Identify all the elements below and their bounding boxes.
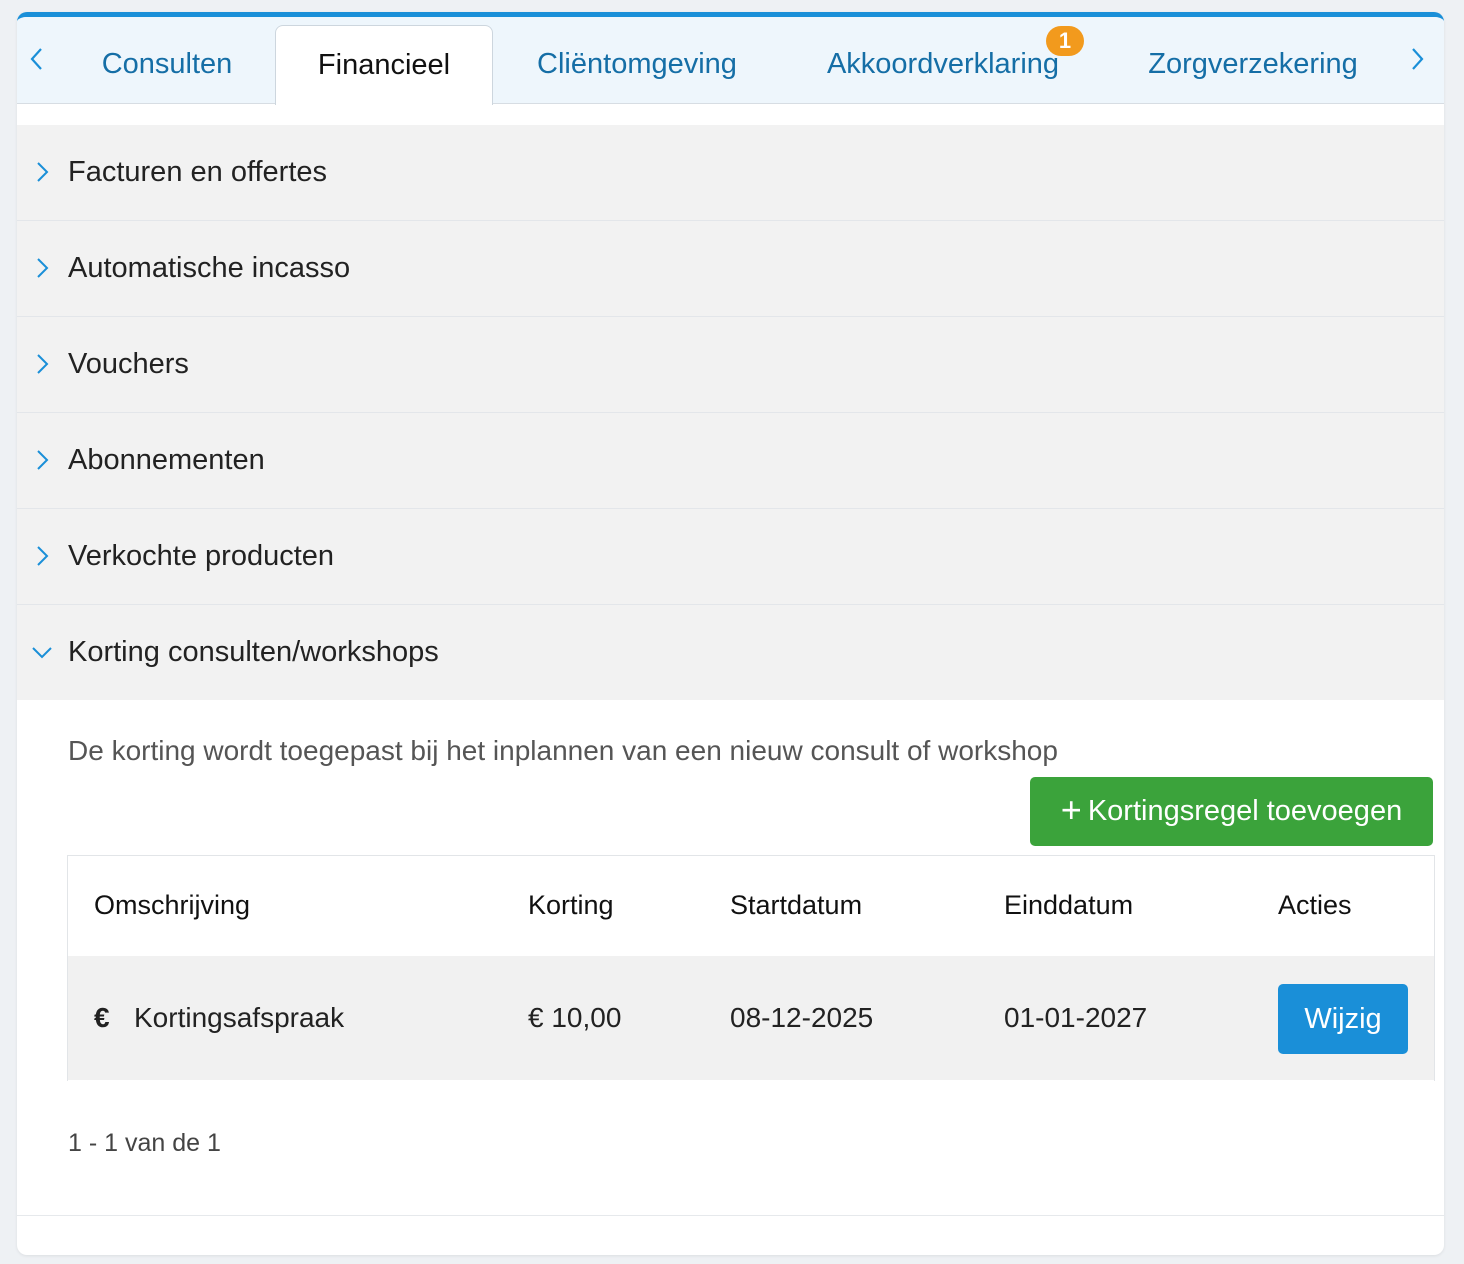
- tab-zorgverzekering[interactable]: Zorgverzekering: [1135, 25, 1371, 103]
- tab-prev-button[interactable]: [17, 39, 57, 79]
- row-korting: € 10,00: [528, 1002, 622, 1033]
- table-row: € Kortingsafspraak € 10,00 08-12-2025 01…: [68, 956, 1434, 1080]
- add-button-label: Kortingsregel toevoegen: [1087, 795, 1403, 827]
- chevron-right-icon: [37, 546, 49, 566]
- plus-icon: +: [1060, 789, 1082, 830]
- column-header: Omschrijving: [94, 890, 251, 920]
- client-card: Consulten Financieel Cliëntomgeving Akko…: [17, 12, 1444, 1255]
- chevron-right-icon: [1412, 48, 1424, 70]
- section-label: Vouchers: [68, 348, 189, 380]
- section-vouchers[interactable]: Vouchers: [17, 317, 1444, 413]
- divider: [17, 1215, 1444, 1216]
- column-header: Korting: [528, 890, 614, 920]
- section-incasso[interactable]: Automatische incasso: [17, 221, 1444, 317]
- row-omschrijving: Kortingsafspraak: [134, 1002, 345, 1033]
- column-header: Acties: [1278, 890, 1352, 920]
- tab-bar: Consulten Financieel Cliëntomgeving Akko…: [17, 17, 1444, 105]
- edit-button[interactable]: Wijzig: [1278, 984, 1408, 1054]
- section-korting[interactable]: Korting consulten/workshops: [17, 605, 1444, 700]
- discount-table: Omschrijving Korting Startdatum Einddatu…: [67, 855, 1435, 1081]
- section-facturen[interactable]: Facturen en offertes: [17, 125, 1444, 221]
- tab-clientomgeving[interactable]: Cliëntomgeving: [517, 25, 757, 103]
- section-label: Facturen en offertes: [68, 156, 328, 188]
- tab-financieel[interactable]: Financieel: [275, 25, 493, 105]
- chevron-right-icon: [37, 354, 49, 374]
- chevron-left-icon: [30, 48, 42, 70]
- row-startdatum: 08-12-2025: [730, 1002, 874, 1033]
- section-label: Korting consulten/workshops: [68, 636, 439, 668]
- euro-icon: €: [94, 1002, 110, 1033]
- chevron-down-icon: [32, 647, 52, 659]
- tab-akkoordverklaring[interactable]: Akkoordverklaring: [812, 25, 1074, 103]
- notification-badge: 1: [1046, 26, 1084, 56]
- tab-consulten[interactable]: Consulten: [77, 25, 257, 103]
- chevron-right-icon: [37, 162, 49, 182]
- pagination-info: 1 - 1 van de 1: [68, 1129, 221, 1157]
- column-header: Einddatum: [1004, 890, 1134, 920]
- table-header: Omschrijving Korting Startdatum Einddatu…: [68, 856, 1434, 957]
- row-einddatum: 01-01-2027: [1004, 1002, 1148, 1033]
- section-abonnementen[interactable]: Abonnementen: [17, 413, 1444, 509]
- section-label: Abonnementen: [68, 444, 265, 476]
- add-discount-rule-button[interactable]: + Kortingsregel toevoegen: [1030, 777, 1433, 846]
- discount-description: De korting wordt toegepast bij het inpla…: [68, 735, 1058, 766]
- section-verkochte-producten[interactable]: Verkochte producten: [17, 509, 1444, 605]
- chevron-right-icon: [37, 258, 49, 278]
- column-header: Startdatum: [730, 890, 863, 920]
- section-label: Verkochte producten: [68, 540, 335, 572]
- tab-next-button[interactable]: [1397, 39, 1437, 79]
- chevron-right-icon: [37, 450, 49, 470]
- section-label: Automatische incasso: [68, 252, 351, 284]
